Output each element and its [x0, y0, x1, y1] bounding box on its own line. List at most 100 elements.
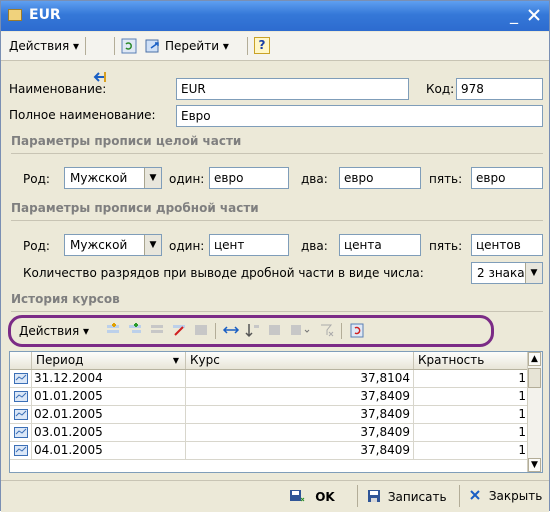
digits-value: 2 знака	[477, 266, 525, 280]
history-table[interactable]: Период ▼ Курс Кратность 31.12.2004 37,8104…	[9, 351, 543, 473]
scroll-up-button[interactable]: ▲	[528, 352, 541, 366]
table-row[interactable]: 31.12.2004 37,8104 1	[10, 370, 530, 388]
fraction-gender-label: Род:	[23, 239, 50, 253]
column-header-period[interactable]: Период ▼	[32, 352, 186, 369]
row-icon-cell	[10, 424, 32, 441]
cell-period: 04.01.2005	[32, 442, 186, 459]
minimize-button[interactable]: _	[505, 6, 523, 24]
column-header-rate[interactable]: Курс	[186, 352, 414, 369]
cell-multiplicity: 1	[414, 442, 530, 459]
fullname-label: Полное наименование:	[9, 108, 156, 122]
table-row[interactable]: 03.01.2005 37,8409 1	[10, 424, 530, 442]
save-label: Записать	[387, 490, 447, 504]
floppy-icon	[368, 490, 380, 502]
vertical-scrollbar[interactable]: ▲ ▼	[527, 352, 542, 472]
cell-rate: 37,8409	[186, 388, 414, 405]
row-icon-cell	[10, 388, 32, 405]
cell-period: 02.01.2005	[32, 406, 186, 423]
whole-gender-value: Мужской	[70, 171, 128, 185]
goto-menu[interactable]: Перейти ▾	[165, 37, 229, 55]
close-window-button[interactable]	[525, 6, 543, 24]
cell-multiplicity: 1	[414, 388, 530, 405]
name-field[interactable]: EUR	[176, 78, 409, 100]
whole-one-label: один:	[169, 172, 205, 186]
record-icon	[14, 373, 28, 384]
cell-rate: 37,8409	[186, 424, 414, 441]
code-field[interactable]: 978	[456, 78, 543, 100]
save-button[interactable]: Записать	[367, 489, 447, 504]
toolbar-highlight	[8, 315, 494, 347]
whole-one-field[interactable]: евро	[209, 167, 289, 189]
fraction-two-field[interactable]: цента	[339, 234, 421, 256]
fraction-one-label: один:	[169, 239, 205, 253]
cell-multiplicity: 1	[414, 406, 530, 423]
whole-two-field[interactable]: евро	[339, 167, 421, 189]
fraction-one-field[interactable]: цент	[209, 234, 289, 256]
chevron-down-icon[interactable]: ▼	[525, 263, 542, 283]
close-icon	[528, 9, 540, 21]
help-button[interactable]: ?	[254, 37, 270, 54]
chevron-down-icon[interactable]: ▼	[144, 168, 161, 188]
toolbar-separator	[247, 37, 248, 55]
fraction-five-label: пять:	[429, 239, 463, 253]
whole-five-label: пять:	[429, 172, 463, 186]
actions-menu-label: Действия	[9, 39, 70, 53]
fullname-field[interactable]: Евро	[176, 105, 543, 127]
close-icon	[470, 490, 480, 500]
footer-separator	[459, 485, 460, 507]
code-label: Код:	[426, 82, 455, 96]
cell-rate: 37,8409	[186, 442, 414, 459]
chevron-down-icon[interactable]: ▼	[144, 235, 161, 255]
row-icon-cell	[10, 442, 32, 459]
scroll-thumb[interactable]	[528, 368, 541, 388]
row-icon-cell	[10, 406, 32, 423]
cell-period: 31.12.2004	[32, 370, 186, 387]
section-divider	[11, 153, 543, 154]
scroll-down-button[interactable]: ▼	[528, 458, 541, 472]
catalog-icon	[8, 9, 22, 21]
actions-menu[interactable]: Действия ▾	[9, 37, 79, 55]
sort-desc-icon: ▼	[172, 356, 179, 365]
fraction-part-heading: Параметры прописи дробной части	[11, 201, 259, 215]
cell-period: 01.01.2005	[32, 388, 186, 405]
period-header-label: Период	[36, 353, 84, 367]
cell-multiplicity: 1	[414, 370, 530, 387]
whole-part-heading: Параметры прописи целой части	[11, 134, 242, 148]
digits-select[interactable]: 2 знака ▼	[471, 262, 543, 284]
record-icon	[14, 391, 28, 402]
goto-icon[interactable]	[145, 38, 161, 54]
save-close-icon	[290, 490, 305, 502]
toolbar-separator	[85, 37, 86, 55]
footer-separator	[357, 485, 358, 507]
fraction-five-field[interactable]: центов	[471, 234, 543, 256]
cell-rate: 37,8409	[186, 406, 414, 423]
close-button[interactable]: Закрыть	[469, 489, 542, 503]
fraction-gender-select[interactable]: Мужской ▼	[64, 234, 162, 256]
table-row[interactable]: 01.01.2005 37,8409 1	[10, 388, 530, 406]
table-header: Период ▼ Курс Кратность	[10, 352, 542, 370]
cell-period: 03.01.2005	[32, 424, 186, 441]
footer-bar: OK Записать Закрыть	[1, 480, 549, 512]
refresh-icon[interactable]	[121, 38, 137, 54]
main-toolbar: Действия ▾ Перейти ▾ ?	[1, 32, 549, 82]
digits-label: Количество разрядов при выводе дробной ч…	[23, 266, 424, 280]
history-heading: История курсов	[11, 292, 120, 306]
table-row[interactable]: 02.01.2005 37,8409 1	[10, 406, 530, 424]
section-divider	[11, 311, 543, 312]
toolbar-separator	[114, 37, 115, 55]
fraction-two-label: два:	[301, 239, 328, 253]
close-label: Закрыть	[488, 489, 543, 503]
record-icon	[14, 427, 28, 438]
window: EUR _ Действия ▾ Перейти ▾ ? Наименовани…	[0, 0, 550, 512]
record-icon	[14, 409, 28, 420]
column-header-multiplicity[interactable]: Кратность	[414, 352, 530, 369]
cell-rate: 37,8104	[186, 370, 414, 387]
header-icon-col	[10, 352, 32, 369]
whole-five-field[interactable]: евро	[471, 167, 543, 189]
fraction-gender-value: Мужской	[70, 238, 128, 252]
title-bar[interactable]: EUR _	[1, 1, 549, 31]
window-title: EUR	[29, 7, 61, 23]
ok-button[interactable]: OK	[289, 489, 335, 504]
table-row[interactable]: 04.01.2005 37,8409 1	[10, 442, 530, 460]
whole-gender-select[interactable]: Мужской ▼	[64, 167, 162, 189]
